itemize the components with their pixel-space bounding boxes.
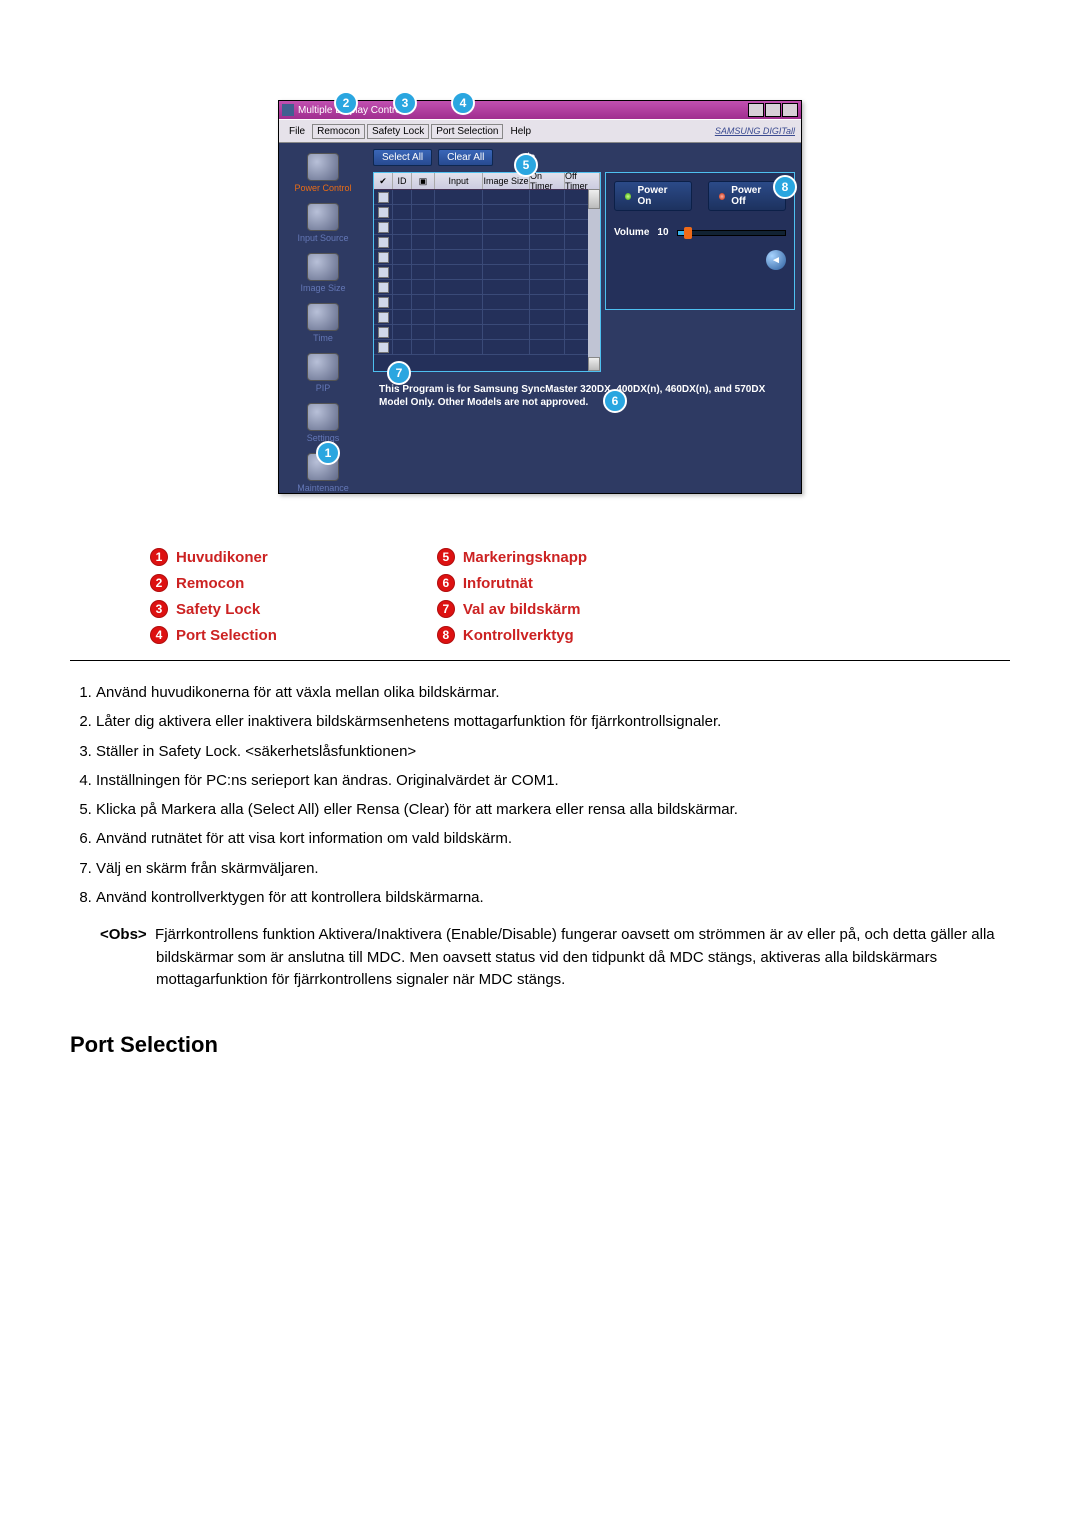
volume-value: 10 [657, 227, 668, 238]
table-row[interactable] [374, 265, 600, 280]
list-item: Låter dig aktivera eller inaktivera bild… [96, 710, 1010, 733]
section-heading: Port Selection [70, 1032, 1010, 1058]
grid-header: ✔ ID ▣ Input Image Size On Timer Off Tim… [374, 173, 600, 190]
select-all-button[interactable]: Select All [373, 149, 432, 166]
menu-file[interactable]: File [283, 124, 311, 139]
table-row[interactable] [374, 220, 600, 235]
callout-7: 7 [387, 361, 411, 385]
callout-1: 1 [316, 441, 340, 465]
legend-item: 7Val av bildskärm [437, 600, 587, 618]
time-icon [307, 303, 339, 331]
sidebar-item-pip[interactable]: PIP [279, 353, 367, 393]
callout-5: 5 [514, 153, 538, 177]
minimize-button[interactable] [748, 103, 764, 117]
obs-note: <Obs> Fjärrkontrollens funktion Aktivera… [100, 924, 1010, 992]
volume-slider[interactable] [677, 230, 786, 236]
callout-4: 4 [451, 91, 475, 115]
footer-note: This Program is for Samsung SyncMaster 3… [373, 378, 795, 427]
list-item: Använd huvudikonerna för att växla mella… [96, 681, 1010, 704]
window-title: Multiple Display Control [298, 105, 747, 116]
description-list: Använd huvudikonerna för att växla mella… [70, 681, 1010, 909]
close-button[interactable] [782, 103, 798, 117]
list-item: Inställningen för PC:ns serieport kan än… [96, 769, 1010, 792]
grid-scrollbar[interactable] [588, 189, 600, 371]
main-area: Select All Clear All le ✔ ID ▣ Input Ima… [367, 143, 801, 493]
divider [70, 660, 1010, 661]
table-row[interactable] [374, 280, 600, 295]
list-item: Välj en skärm från skärmväljaren. [96, 857, 1010, 880]
callout-2: 2 [334, 91, 358, 115]
legend-item: 3Safety Lock [150, 600, 277, 618]
power-on-button[interactable]: Power On [614, 181, 692, 211]
app-window: 2 3 4 5 8 6 7 1 Multiple Display Control… [278, 100, 802, 494]
callout-8: 8 [773, 175, 797, 199]
menu-remocon[interactable]: Remocon [312, 124, 365, 139]
settings-icon [307, 403, 339, 431]
power-control-icon [307, 153, 339, 181]
sidebar-item-time[interactable]: Time [279, 303, 367, 343]
legend-item: 8Kontrollverktyg [437, 626, 587, 644]
led-red-icon [719, 193, 725, 200]
list-item: Klicka på Markera alla (Select All) elle… [96, 798, 1010, 821]
menu-safety-lock[interactable]: Safety Lock [367, 124, 429, 139]
legend: 1Huvudikoner 2Remocon 3Safety Lock 4Port… [70, 524, 1010, 654]
table-row[interactable] [374, 295, 600, 310]
legend-item: 1Huvudikoner [150, 548, 277, 566]
table-row[interactable] [374, 340, 600, 355]
legend-item: 2Remocon [150, 574, 277, 592]
menu-port-selection[interactable]: Port Selection [431, 124, 503, 139]
brand-label: SAMSUNG DIGITall [715, 126, 795, 136]
info-grid[interactable]: ✔ ID ▣ Input Image Size On Timer Off Tim… [373, 172, 601, 372]
sidebar-item-power-control[interactable]: Power Control [279, 153, 367, 193]
callout-3: 3 [393, 91, 417, 115]
clear-all-button[interactable]: Clear All [438, 149, 493, 166]
menu-help[interactable]: Help [504, 124, 537, 139]
list-item: Använd kontrollverktygen för att kontrol… [96, 886, 1010, 909]
control-panel: Power On Power Off Volume 10 [605, 172, 795, 310]
maximize-button[interactable] [765, 103, 781, 117]
table-row[interactable] [374, 235, 600, 250]
table-row[interactable] [374, 310, 600, 325]
legend-item: 5Markeringsknapp [437, 548, 587, 566]
menu-bar: File Remocon Safety Lock Port Selection … [279, 119, 801, 143]
table-row[interactable] [374, 325, 600, 340]
speaker-icon[interactable]: ◄ [766, 250, 786, 270]
list-item: Ställer in Safety Lock. <säkerhetslåsfun… [96, 740, 1010, 763]
legend-item: 6Inforutnät [437, 574, 587, 592]
legend-item: 4Port Selection [150, 626, 277, 644]
app-icon [282, 104, 294, 116]
sidebar-item-image-size[interactable]: Image Size [279, 253, 367, 293]
table-row[interactable] [374, 250, 600, 265]
sidebar-item-settings[interactable]: Settings [279, 403, 367, 443]
table-row[interactable] [374, 205, 600, 220]
input-source-icon [307, 203, 339, 231]
led-green-icon [625, 193, 631, 200]
callout-6: 6 [603, 389, 627, 413]
list-item: Använd rutnätet för att visa kort inform… [96, 827, 1010, 850]
volume-label: Volume [614, 227, 649, 238]
table-row[interactable] [374, 190, 600, 205]
sidebar-item-input-source[interactable]: Input Source [279, 203, 367, 243]
pip-icon [307, 353, 339, 381]
sidebar: Power Control Input Source Image Size Ti… [279, 143, 367, 493]
image-size-icon [307, 253, 339, 281]
